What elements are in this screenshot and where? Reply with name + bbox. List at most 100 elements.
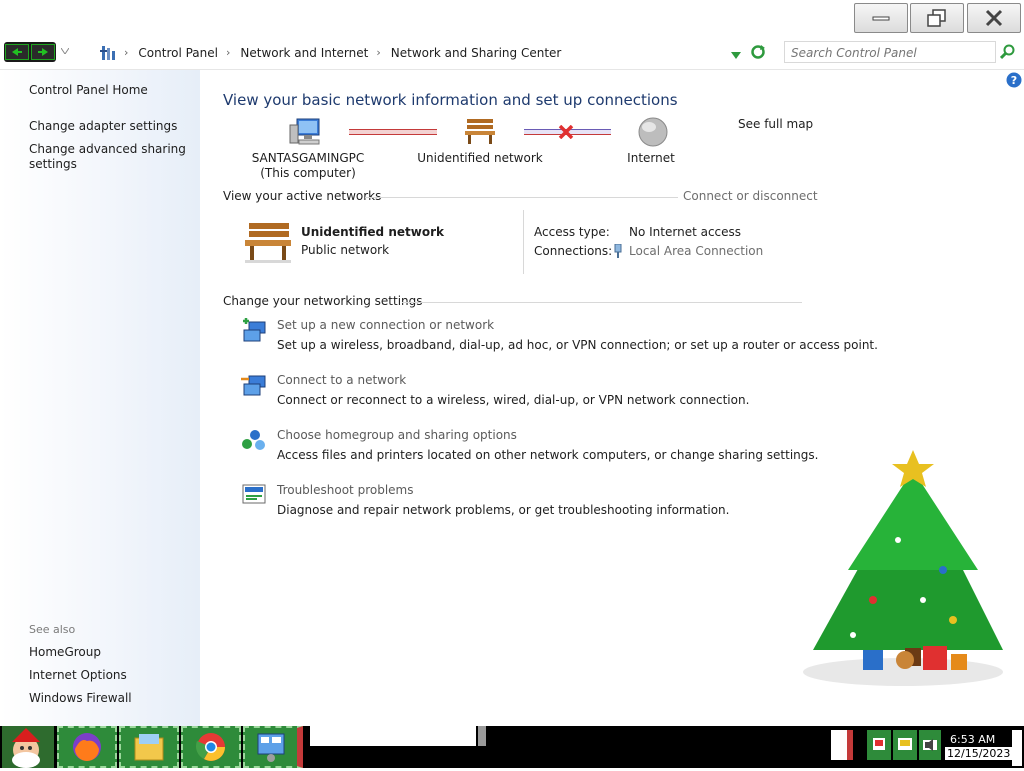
taskbar-scroll-handle[interactable] — [478, 726, 486, 746]
breadcrumb: › Control Panel › Network and Internet ›… — [100, 36, 569, 69]
search-icon — [999, 44, 1015, 60]
homegroup-sharing-desc: Access files and printers located on oth… — [277, 448, 819, 462]
control-panel-icon — [100, 45, 115, 60]
title-bar — [0, 0, 1024, 36]
taskbar-chrome[interactable] — [181, 726, 241, 768]
nav-buttons — [4, 42, 56, 62]
setup-connection-desc: Set up a wireless, broadband, dial-up, a… — [277, 338, 878, 352]
minimize-button[interactable] — [854, 3, 908, 33]
search-button[interactable] — [999, 44, 1016, 63]
map-network-label[interactable]: Unidentified network — [415, 151, 545, 166]
recent-pages-dropdown[interactable] — [60, 46, 70, 57]
close-button[interactable] — [967, 3, 1021, 33]
ethernet-icon — [614, 244, 622, 258]
breadcrumb-network-and-internet[interactable]: Network and Internet — [240, 46, 368, 60]
sidebar-change-advanced-sharing-settings[interactable]: Change advanced sharing settings — [29, 142, 194, 172]
internet-globe-icon[interactable] — [638, 117, 668, 147]
search-box — [784, 41, 996, 63]
networking-settings-heading: Change your networking settings — [223, 294, 423, 308]
taskbar-network-control[interactable] — [243, 726, 303, 768]
local-area-connection-link[interactable]: Local Area Connection — [629, 244, 763, 258]
troubleshoot-desc: Diagnose and repair network problems, or… — [277, 503, 730, 517]
computer-sub: (This computer) — [260, 166, 356, 180]
file-explorer-icon — [134, 734, 164, 761]
connect-to-network-link[interactable]: Connect to a network — [277, 373, 406, 387]
dropdown-arrow-icon — [731, 52, 741, 59]
start-button[interactable] — [2, 726, 54, 768]
public-network-bench-icon — [245, 223, 291, 263]
page-title: View your basic network information and … — [223, 91, 678, 109]
see-also-label: See also — [29, 623, 76, 636]
sidebar-homegroup[interactable]: HomeGroup — [29, 645, 194, 660]
clock-date[interactable]: 12/15/2023 — [945, 747, 1013, 760]
main-content: ? View your basic network information an… — [201, 70, 1024, 726]
sidebar: Control Panel Home Change adapter settin… — [0, 70, 200, 726]
minimize-icon — [872, 16, 890, 21]
taskbar-firefox[interactable] — [57, 726, 117, 768]
link-line-computer-network — [349, 129, 437, 135]
tray-network-icon[interactable] — [893, 730, 917, 760]
divider — [402, 302, 802, 303]
access-type-label: Access type: — [534, 225, 610, 239]
help-button[interactable]: ? — [1006, 72, 1022, 91]
connect-or-disconnect-link[interactable]: Connect or disconnect — [683, 189, 818, 203]
sidebar-internet-options[interactable]: Internet Options — [29, 668, 194, 683]
connect-network-icon — [241, 375, 266, 396]
refresh-button[interactable] — [750, 44, 766, 63]
forward-button[interactable] — [31, 44, 55, 60]
homegroup-sharing-link[interactable]: Choose homegroup and sharing options — [277, 428, 517, 442]
see-full-map-link[interactable]: See full map — [738, 117, 813, 131]
divider — [365, 197, 678, 198]
troubleshoot-link[interactable]: Troubleshoot problems — [277, 483, 413, 497]
breadcrumb-separator[interactable]: › — [226, 46, 230, 59]
taskbar — [0, 726, 1024, 768]
sidebar-windows-firewall[interactable]: Windows Firewall — [29, 691, 194, 706]
restore-icon — [927, 9, 946, 27]
clock-time[interactable]: 6:53 AM — [950, 733, 995, 746]
forward-arrow-icon — [38, 48, 48, 56]
restore-button[interactable] — [910, 3, 964, 33]
chrome-icon — [195, 733, 225, 761]
network-control-icon — [257, 733, 285, 762]
breadcrumb-control-panel[interactable]: Control Panel — [138, 46, 218, 60]
network-status-icon — [898, 738, 912, 750]
bench-icon[interactable] — [463, 117, 497, 145]
vertical-divider — [523, 210, 524, 274]
breadcrumb-network-and-sharing-center[interactable]: Network and Sharing Center — [391, 46, 562, 60]
map-internet-label[interactable]: Internet — [601, 151, 701, 166]
taskbar-file-explorer[interactable] — [119, 726, 179, 768]
sidebar-change-adapter-settings[interactable]: Change adapter settings — [29, 119, 194, 134]
santa-start-icon — [2, 726, 54, 768]
taskbar-window-thumbnail[interactable] — [310, 726, 476, 746]
computer-icon[interactable] — [289, 117, 323, 147]
new-connection-icon — [243, 318, 266, 342]
tray-volume-icon[interactable] — [919, 730, 941, 760]
action-center-flag-icon — [873, 738, 885, 750]
tray-flag-icon[interactable] — [867, 730, 891, 760]
address-bar: › Control Panel › Network and Internet ›… — [0, 36, 1024, 70]
firefox-icon — [73, 733, 101, 761]
chevron-down-icon — [60, 47, 70, 55]
map-computer-label[interactable]: SANTASGAMINGPC (This computer) — [243, 151, 373, 181]
speaker-icon — [923, 739, 937, 751]
search-input[interactable] — [789, 43, 983, 63]
troubleshoot-icon — [242, 484, 266, 504]
access-type-value: No Internet access — [629, 225, 742, 239]
active-networks-heading: View your active networks — [223, 189, 382, 203]
christmas-tree-gadget-icon — [803, 450, 1003, 686]
disconnected-x-icon[interactable] — [558, 125, 574, 139]
active-network-type[interactable]: Public network — [301, 243, 389, 257]
breadcrumb-separator[interactable]: › — [376, 46, 380, 59]
breadcrumb-separator[interactable]: › — [124, 46, 128, 59]
refresh-icon — [751, 45, 765, 59]
show-desktop-button[interactable] — [1012, 730, 1022, 766]
back-arrow-icon — [12, 48, 22, 56]
svg-text:?: ? — [1011, 74, 1017, 87]
back-button[interactable] — [5, 44, 29, 60]
close-icon — [985, 9, 1003, 27]
sidebar-control-panel-home[interactable]: Control Panel Home — [29, 83, 194, 98]
address-dropdown-button[interactable] — [731, 48, 741, 62]
connect-to-network-desc: Connect or reconnect to a wireless, wire… — [277, 393, 750, 407]
tray-show-hidden[interactable] — [831, 730, 853, 760]
setup-connection-link[interactable]: Set up a new connection or network — [277, 318, 494, 332]
